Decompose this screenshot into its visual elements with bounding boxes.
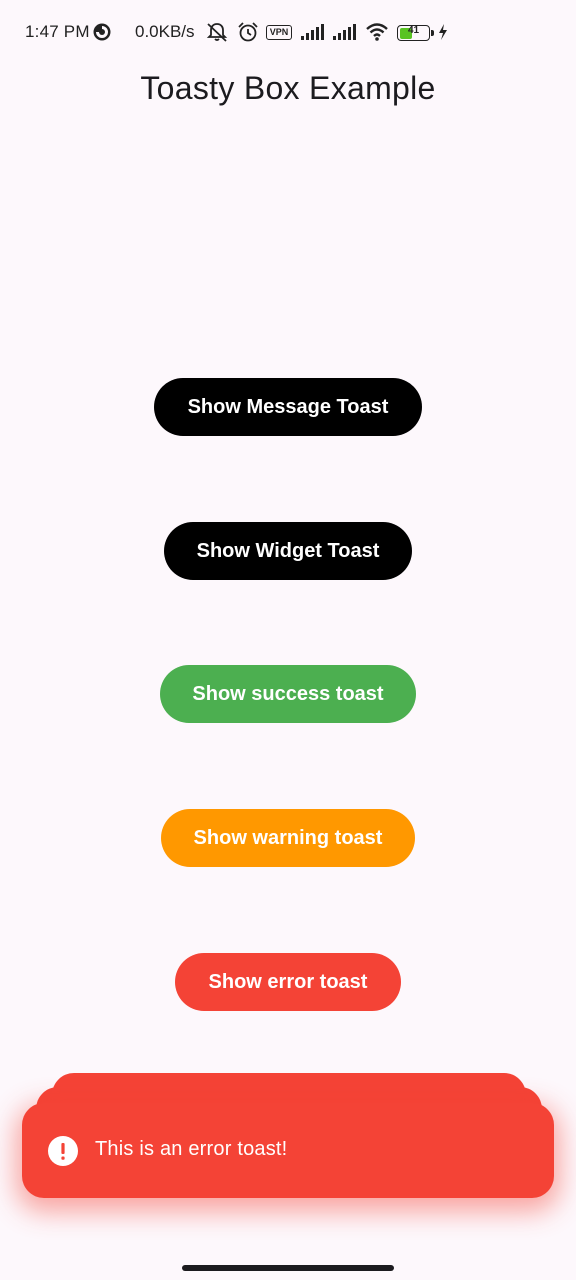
- wifi-icon: [365, 22, 389, 42]
- status-time: 1:47 PM: [25, 22, 90, 41]
- alarm-icon: [236, 22, 260, 42]
- home-indicator[interactable]: [182, 1265, 394, 1271]
- charging-bolt-icon: [437, 22, 449, 42]
- signal-icon: [332, 22, 358, 42]
- show-error-toast-button[interactable]: Show error toast: [175, 953, 401, 1011]
- network-speed: 0.0KB/s: [135, 22, 195, 41]
- battery-level: 41: [407, 25, 420, 36]
- battery-icon: 41: [397, 25, 430, 41]
- bell-off-icon: [205, 22, 229, 42]
- show-success-toast-button[interactable]: Show success toast: [160, 665, 416, 723]
- toast-message: This is an error toast!: [95, 1138, 288, 1160]
- show-warning-toast-button[interactable]: Show warning toast: [161, 809, 415, 867]
- page-title: Toasty Box Example: [140, 70, 436, 106]
- show-widget-toast-button[interactable]: Show Widget Toast: [164, 522, 412, 580]
- battery-cap: [431, 30, 434, 36]
- data-saver-icon: [92, 22, 112, 42]
- vpn-icon: VPN: [266, 25, 292, 40]
- signal-icon: [300, 22, 326, 42]
- error-toast[interactable]: This is an error toast!: [22, 1103, 554, 1198]
- error-icon: [48, 1136, 78, 1166]
- show-message-toast-button[interactable]: Show Message Toast: [154, 378, 422, 436]
- status-bar: 1:47 PM 0.0KB/s VPN 41: [0, 0, 576, 66]
